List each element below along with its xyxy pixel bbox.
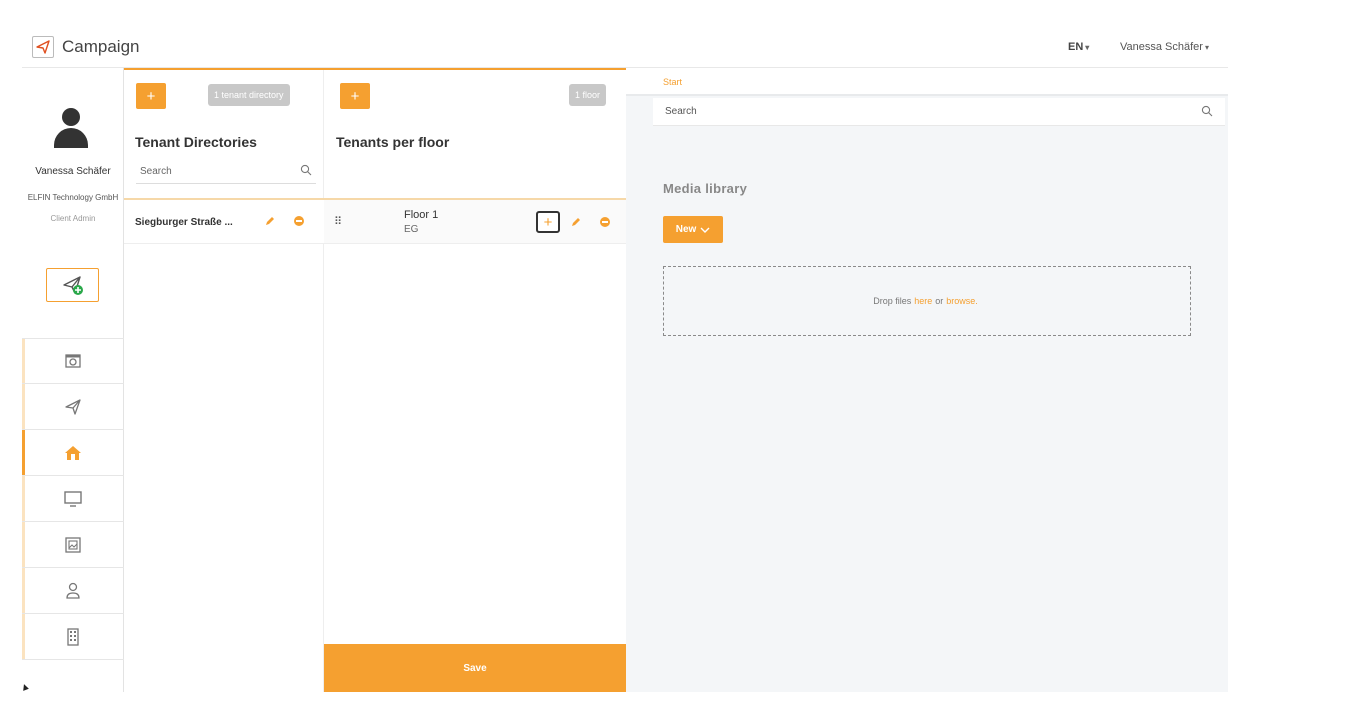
media-library-title: Media library (663, 181, 748, 196)
floors-heading: Tenants per floor (336, 134, 450, 150)
chevron-down-icon: ▾ (1085, 43, 1090, 52)
sidebar-item-media[interactable] (22, 338, 124, 384)
building-icon (67, 627, 79, 646)
monitor-icon (64, 490, 82, 507)
media-search-input[interactable]: Search (653, 98, 1225, 126)
campaign-logo-icon[interactable] (32, 36, 54, 58)
new-media-label: New (675, 224, 697, 235)
add-tenant-button[interactable]: + (536, 211, 560, 233)
media-library-panel: Start Search Media library New Drop file… (626, 68, 1228, 692)
directories-heading: Tenant Directories (135, 134, 257, 150)
sidebar-item-layouts[interactable] (22, 522, 124, 568)
drag-handle-icon[interactable]: ⠿ (334, 215, 342, 228)
sidebar-item-displays[interactable] (22, 476, 124, 522)
sidebar: Vanessa Schäfer ELFIN Technology GmbH Cl… (22, 68, 124, 692)
panel-accent-line (124, 68, 324, 70)
add-floor-button[interactable]: + (340, 83, 370, 109)
language-label: EN (1068, 41, 1084, 53)
user-menu[interactable]: Vanessa Schäfer ▾ (1120, 41, 1209, 53)
sidebar-item-buildings[interactable] (22, 614, 124, 660)
profile-role: Client Admin (50, 214, 96, 223)
avatar (54, 108, 88, 152)
dropzone-here-link[interactable]: here (914, 296, 932, 306)
file-dropzone[interactable]: Drop files here or browse. (663, 266, 1191, 336)
directory-name: Siegburger Straße ... (135, 217, 233, 228)
user-icon (66, 582, 80, 599)
floor-name: Floor 1 (404, 209, 439, 221)
floor-count-badge: 1 floor (569, 84, 607, 106)
edit-icon[interactable] (570, 216, 582, 228)
tenant-directories-panel: + 1 tenant directory Tenant Directories … (124, 68, 324, 692)
search-icon[interactable] (1201, 105, 1213, 117)
new-campaign-button[interactable] (46, 268, 99, 302)
add-directory-button[interactable]: + (136, 83, 166, 109)
directory-count-badge: 1 tenant directory (208, 84, 290, 106)
floor-subtitle: EG (404, 224, 419, 235)
home-icon (65, 445, 81, 460)
image-frame-icon (65, 536, 81, 553)
sidebar-nav (22, 338, 124, 660)
edit-icon[interactable] (264, 215, 276, 227)
sidebar-item-users[interactable] (22, 568, 124, 614)
sidebar-item-tenant-directory[interactable] (22, 430, 124, 476)
user-menu-label: Vanessa Schäfer (1120, 41, 1203, 53)
chevron-down-icon (700, 227, 710, 233)
camera-screen-icon (65, 354, 81, 368)
search-icon[interactable] (300, 164, 312, 176)
dropzone-text: Drop files (873, 296, 912, 306)
panel-accent-line (324, 68, 626, 70)
app-title: Campaign (62, 37, 140, 56)
directory-search-input[interactable]: Search (136, 160, 316, 184)
remove-icon[interactable] (294, 216, 304, 226)
table-row[interactable]: ⠿ Floor 1 EG + (324, 198, 626, 244)
language-selector[interactable]: EN ▾ (1068, 41, 1089, 53)
dropzone-or: or (935, 296, 944, 306)
app-frame: Campaign EN ▾ Vanessa Schäfer ▾ Vanessa Sc… (0, 0, 1364, 715)
top-bar: Campaign EN ▾ Vanessa Schäfer ▾ (22, 28, 1228, 68)
profile-company: ELFIN Technology GmbH (27, 193, 119, 202)
paper-plane-icon (65, 398, 81, 415)
tenants-per-floor-panel: + 1 floor Tenants per floor ⠿ Floor 1 EG… (324, 68, 626, 692)
directory-search-placeholder: Search (140, 166, 172, 177)
chevron-down-icon: ▾ (1204, 43, 1209, 52)
new-media-button[interactable]: New (663, 216, 723, 243)
breadcrumb-start[interactable]: Start (663, 77, 682, 87)
media-search-placeholder: Search (665, 106, 697, 117)
save-button[interactable]: Save (324, 644, 626, 692)
breadcrumb: Start (626, 68, 1228, 96)
remove-icon[interactable] (600, 217, 610, 227)
profile-name: Vanessa Schäfer (35, 166, 111, 177)
dropzone-browse-link[interactable]: browse. (946, 296, 978, 306)
paper-plane-add-icon (62, 276, 83, 295)
list-item[interactable]: Siegburger Straße ... (124, 198, 324, 244)
sidebar-item-campaigns[interactable] (22, 384, 124, 430)
